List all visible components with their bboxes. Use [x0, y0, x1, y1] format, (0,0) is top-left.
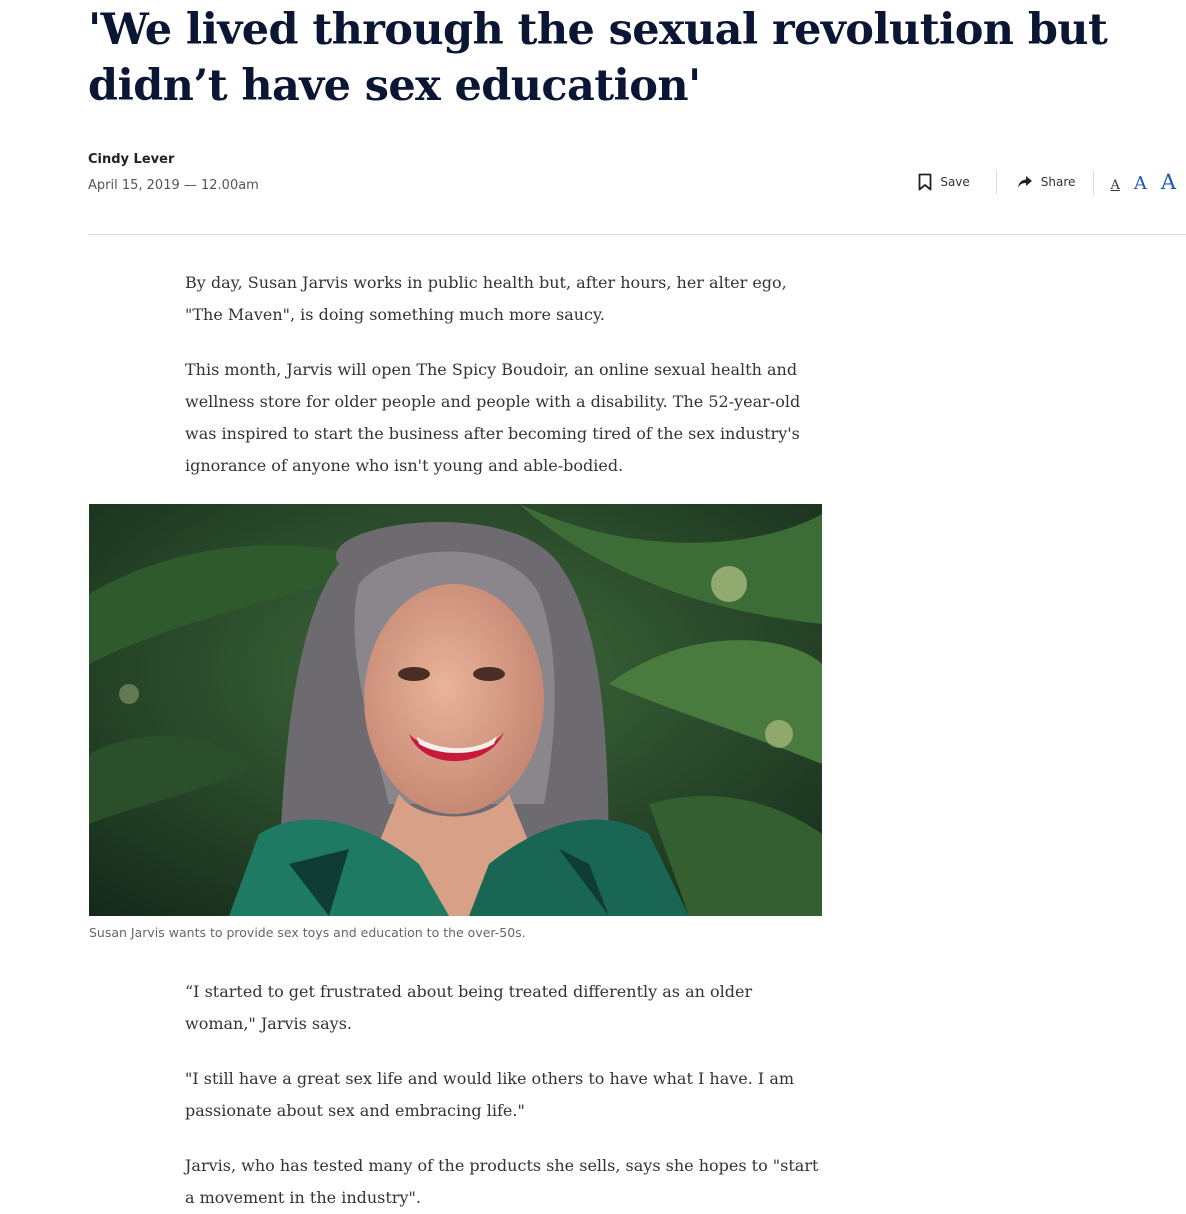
font-size-large-button[interactable]: A	[1161, 170, 1176, 194]
share-label: Share	[1040, 175, 1076, 189]
font-size-medium-button[interactable]: A	[1134, 173, 1147, 194]
bookmark-icon	[918, 173, 932, 191]
body-paragraph: This month, Jarvis will open The Spicy B…	[185, 360, 801, 475]
save-label: Save	[940, 175, 970, 189]
save-button[interactable]: Save	[918, 173, 970, 191]
author-name[interactable]: Cindy Lever	[88, 152, 174, 167]
article-headline: 'We lived through the sexual revolution …	[88, 5, 1108, 111]
font-size-controls: A A A	[1110, 170, 1176, 194]
body-paragraph: “I started to get frustrated about being…	[185, 982, 753, 1033]
header-divider	[88, 234, 1186, 235]
article-toolbar: Save Share A A A	[918, 168, 1176, 196]
body-paragraph: "I still have a great sex life and would…	[185, 1069, 795, 1120]
toolbar-divider	[995, 170, 997, 194]
share-button[interactable]: Share	[1017, 175, 1076, 189]
publish-date: April 15, 2019 — 12.00am	[88, 178, 259, 193]
portrait-image	[89, 504, 822, 916]
photo-caption: Susan Jarvis wants to provide sex toys a…	[89, 925, 526, 940]
body-paragraph: Jarvis, who has tested many of the produ…	[185, 1156, 819, 1207]
share-arrow-icon	[1017, 176, 1032, 188]
toolbar-divider	[1093, 170, 1095, 194]
font-size-small-button[interactable]: A	[1110, 178, 1119, 193]
body-paragraph: By day, Susan Jarvis works in public hea…	[185, 273, 787, 324]
article-photo[interactable]	[89, 504, 822, 916]
